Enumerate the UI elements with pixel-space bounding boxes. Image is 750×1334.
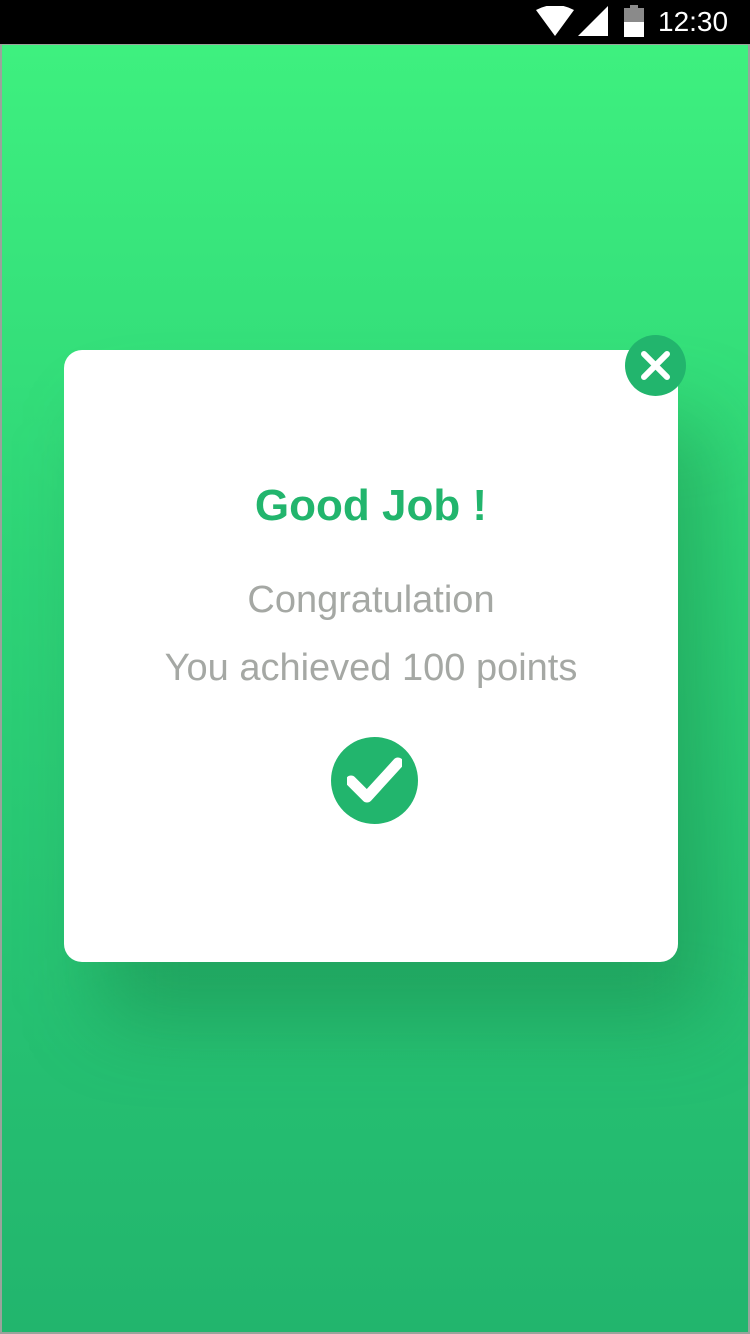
success-badge xyxy=(331,737,418,824)
dialog-message-congratulation: Congratulation xyxy=(247,579,495,621)
screen: 12:30 Good Job ! Congratulation You achi… xyxy=(0,0,750,1334)
dialog-message-points: You achieved 100 points xyxy=(164,647,578,689)
close-icon xyxy=(641,351,670,380)
checkmark-icon xyxy=(347,757,402,803)
status-bar: 12:30 xyxy=(0,0,750,44)
cellular-signal-icon xyxy=(578,6,608,36)
dialog-title: Good Job ! xyxy=(254,481,488,530)
status-time: 12:30 xyxy=(658,6,729,37)
close-button[interactable] xyxy=(625,335,686,396)
battery-icon xyxy=(624,5,644,37)
wifi-icon xyxy=(536,6,574,36)
